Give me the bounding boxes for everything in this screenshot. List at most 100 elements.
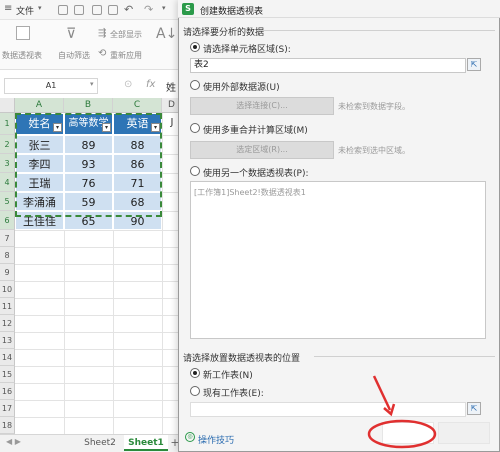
select-all-corner[interactable] [0, 98, 15, 113]
preview-icon[interactable] [108, 5, 118, 15]
radio-external[interactable] [190, 80, 200, 90]
table-cell[interactable]: 王佳佳 [15, 211, 64, 230]
row-header[interactable]: 5 [0, 192, 15, 211]
row-header[interactable]: 3 [0, 154, 15, 173]
header-label: 姓名 [28, 117, 51, 130]
pivot-table-icon[interactable] [16, 26, 30, 40]
other-pivot-option-label[interactable]: 使用另一个数据透视表(P): [203, 166, 308, 179]
multi-option-label[interactable]: 使用多重合并计算区域(M) [203, 123, 308, 136]
table-cell[interactable]: 68 [113, 192, 162, 211]
filter-dropdown-icon[interactable]: ▾ [151, 123, 160, 132]
no-field-hint: 未检索到数据字段。 [338, 102, 410, 111]
radio-existing-sheet[interactable] [190, 386, 200, 396]
dialog-title: 创建数据透视表 [200, 7, 264, 17]
tips-icon[interactable]: ◎ [185, 432, 195, 442]
select-region-button[interactable]: 选定区域(R)... [190, 141, 334, 159]
radio-range[interactable] [190, 42, 200, 52]
fx-label[interactable]: fx [146, 79, 155, 90]
pivot-list-item[interactable]: [工作簿1]Sheet2!数据透视表1 [194, 187, 306, 198]
row-header[interactable]: 18 [0, 417, 15, 434]
row-header[interactable]: 9 [0, 264, 15, 281]
row-header[interactable]: 16 [0, 383, 15, 400]
table-cell[interactable]: 王瑞 [15, 173, 64, 192]
table-cell[interactable]: 65 [64, 211, 113, 230]
tab-nav-icon[interactable]: ◀ ▶ [6, 437, 21, 446]
table-cell[interactable]: 88 [113, 135, 162, 154]
row-header[interactable]: 12 [0, 315, 15, 332]
row-header[interactable]: 13 [0, 332, 15, 349]
grid-line [15, 383, 180, 384]
column-header-a[interactable]: A [15, 98, 64, 113]
zoom-icon[interactable]: ⊙ [124, 79, 132, 90]
header-cell-english[interactable]: 英语 ▾ [113, 113, 162, 135]
table-cell[interactable]: 李涌涌 [15, 192, 64, 211]
external-option-label[interactable]: 使用外部数据源(U) [203, 80, 280, 93]
table-cell[interactable]: 93 [64, 154, 113, 173]
filter-icon[interactable]: ⊽ [66, 26, 76, 42]
table-cell[interactable]: 李四 [15, 154, 64, 173]
table-cell[interactable]: 89 [64, 135, 113, 154]
header-label: 英语 [126, 117, 149, 130]
filter-dropdown-icon[interactable]: ▾ [53, 123, 62, 132]
new-sheet-label[interactable]: 新工作表(N) [203, 368, 253, 381]
table-cell[interactable]: 76 [64, 173, 113, 192]
radio-other-pivot[interactable] [190, 166, 200, 176]
menu-icon[interactable]: ≡ [4, 4, 14, 14]
row-header[interactable]: 11 [0, 298, 15, 315]
chevron-down-icon[interactable]: ▾ [38, 4, 42, 12]
column-header-c[interactable]: C [113, 98, 162, 113]
filter-dropdown-icon[interactable]: ▾ [102, 123, 111, 132]
row-header[interactable]: 6 [0, 211, 15, 230]
tips-link[interactable]: 操作技巧 [198, 433, 234, 446]
row-header[interactable]: 1 [0, 113, 15, 135]
table-cell[interactable]: 张三 [15, 135, 64, 154]
existing-sheet-label[interactable]: 现有工作表(E): [203, 386, 264, 399]
show-all-icon[interactable]: ⇶ [98, 28, 106, 39]
chevron-down-icon[interactable]: ▾ [162, 4, 166, 12]
export-icon[interactable] [74, 5, 84, 15]
row-header[interactable]: 17 [0, 400, 15, 417]
row-header[interactable]: 4 [0, 173, 15, 192]
radio-new-sheet[interactable] [190, 368, 200, 378]
print-icon[interactable] [92, 5, 102, 15]
redo-icon[interactable]: ↷ [144, 3, 153, 16]
range-picker-icon[interactable]: ⇱ [467, 58, 481, 71]
divider [258, 30, 495, 31]
name-box[interactable]: A1 [4, 78, 98, 94]
radio-multi[interactable] [190, 123, 200, 133]
undo-icon[interactable]: ↶ [124, 3, 133, 16]
range-input[interactable]: 表2 [190, 58, 466, 73]
row-header[interactable]: 10 [0, 281, 15, 298]
section-location-label: 请选择放置数据透视表的位置 [183, 354, 301, 364]
row-header[interactable]: 15 [0, 366, 15, 383]
auto-filter-button[interactable]: 自动筛选 [58, 50, 90, 61]
reapply-button[interactable]: 重新应用 [110, 50, 142, 61]
tab-sheet2[interactable]: Sheet2 [80, 435, 120, 451]
table-cell[interactable]: 90 [113, 211, 162, 230]
grid-line [15, 366, 180, 367]
show-all-button[interactable]: 全部显示 [110, 29, 142, 40]
select-connection-button[interactable]: 选择连接(C)... [190, 97, 334, 115]
row-header[interactable]: 8 [0, 247, 15, 264]
tab-sheet1[interactable]: Sheet1 [124, 435, 168, 451]
formula-content[interactable]: 姓 [166, 79, 176, 94]
table-cell[interactable]: 86 [113, 154, 162, 173]
row-header[interactable]: 2 [0, 135, 15, 154]
header-cell-name[interactable]: 姓名 ▾ [15, 113, 64, 135]
sort-icon[interactable]: A↓ [156, 26, 177, 42]
row-header[interactable]: 7 [0, 230, 15, 247]
chevron-down-icon[interactable]: ▾ [90, 80, 94, 88]
column-header-b[interactable]: B [64, 98, 113, 113]
table-cell[interactable]: 71 [113, 173, 162, 192]
grid-line [162, 113, 163, 435]
range-option-label[interactable]: 请选择单元格区域(S): [203, 42, 291, 55]
save-icon[interactable] [58, 5, 68, 15]
reapply-icon[interactable]: ⟲ [98, 48, 106, 59]
row-header[interactable]: 14 [0, 349, 15, 366]
table-cell[interactable]: 59 [64, 192, 113, 211]
pivot-table-button[interactable]: 数据透视表 [2, 50, 42, 61]
file-menu[interactable]: 文件 [16, 4, 34, 17]
header-cell-math[interactable]: 高等数学 ▾ [64, 113, 113, 135]
pivot-list[interactable] [190, 181, 486, 339]
annotation-ellipse [367, 419, 437, 449]
